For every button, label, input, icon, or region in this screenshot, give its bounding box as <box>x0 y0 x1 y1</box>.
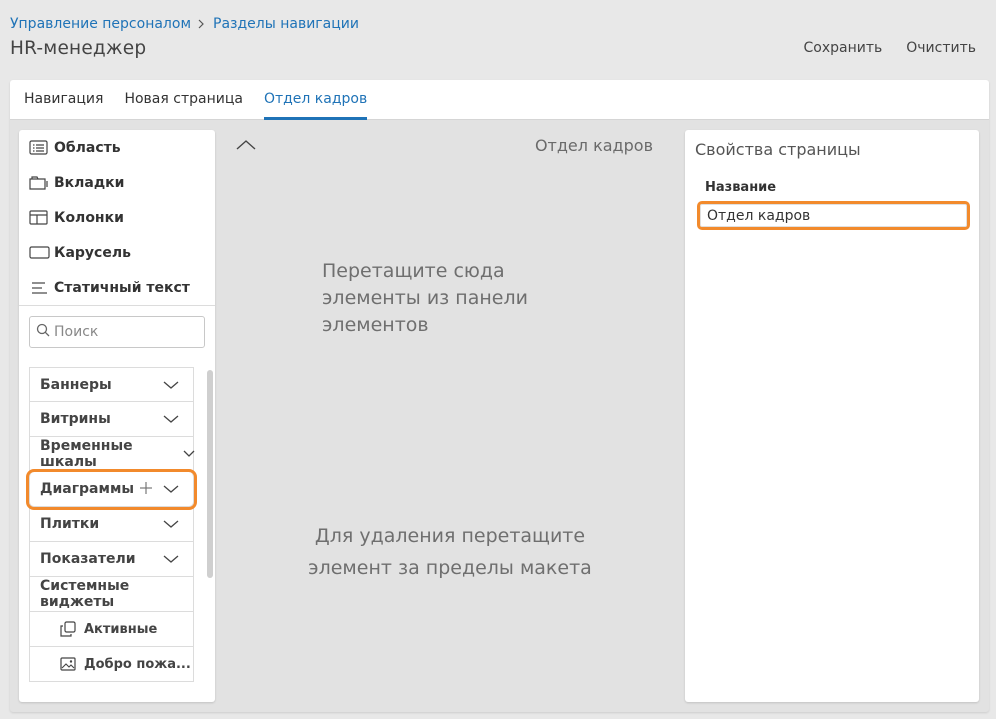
layout-item-columns[interactable]: Колонки <box>19 200 215 235</box>
elements-panel: Область Вкладки Колонки Карусель Статичн… <box>19 130 215 702</box>
group-label: Диаграммы <box>40 481 135 497</box>
image-icon <box>60 657 76 671</box>
tab-new-page[interactable]: Новая страница <box>124 80 242 120</box>
chevron-down-icon[interactable] <box>163 517 179 533</box>
layout-item-label: Статичный текст <box>54 279 190 296</box>
tab-hr-department[interactable]: Отдел кадров <box>263 80 368 120</box>
group-label: Показатели <box>40 551 136 567</box>
group-label: Системные виджеты <box>40 578 130 610</box>
layout-elements: Область Вкладки Колонки Карусель Статичн… <box>19 130 215 305</box>
layout-item-label: Вкладки <box>54 174 125 191</box>
text-lines-icon <box>29 278 51 298</box>
chevron-down-icon[interactable] <box>163 412 179 428</box>
widget-label: Активные <box>84 621 158 637</box>
group-charts[interactable]: Диаграммы <box>26 469 197 510</box>
name-field[interactable]: Отдел кадров <box>697 201 970 230</box>
layout-item-label: Карусель <box>54 244 131 261</box>
list-icon <box>29 138 51 158</box>
layout-item-static-text[interactable]: Статичный текст <box>19 270 215 305</box>
copy-icon <box>60 621 76 637</box>
save-button[interactable]: Сохранить <box>804 40 883 56</box>
columns-icon <box>29 208 51 228</box>
chevron-right-icon <box>197 19 205 29</box>
scrollbar[interactable] <box>207 370 213 578</box>
chevron-down-icon[interactable] <box>163 552 179 568</box>
group-showcases[interactable]: Витрины <box>29 402 194 437</box>
editor-card: Навигация Новая страница Отдел кадров Об… <box>10 80 989 712</box>
breadcrumb: Управление персоналом Разделы навигации <box>10 16 359 32</box>
group-timelines[interactable]: Временные шкалы <box>29 437 195 472</box>
delete-hint: Для удаления перетащите элемент за преде… <box>308 525 592 579</box>
search-placeholder: Поиск <box>54 324 99 340</box>
group-tiles[interactable]: Плитки <box>29 507 194 542</box>
layout-item-tabs[interactable]: Вкладки <box>19 165 215 200</box>
canvas-page-name: Отдел кадров <box>534 136 653 155</box>
group-label: Баннеры <box>40 376 112 393</box>
plus-icon[interactable] <box>139 481 153 499</box>
group-banners[interactable]: Баннеры <box>29 367 194 402</box>
element-groups: Баннеры Витрины Временные шкалы Диаграмм… <box>26 367 197 682</box>
page-title: HR-менеджер <box>10 38 147 59</box>
chevron-up-icon[interactable] <box>236 136 256 155</box>
chevron-down-icon[interactable] <box>163 378 179 394</box>
search-input[interactable]: Поиск <box>29 316 205 348</box>
divider <box>19 305 215 306</box>
breadcrumb-item-nav-sections[interactable]: Разделы навигации <box>213 16 359 32</box>
group-label: Временные шкалы <box>40 438 133 470</box>
search-icon <box>36 323 50 341</box>
group-system-widgets[interactable]: Системные виджеты <box>29 577 194 612</box>
clear-button[interactable]: Очистить <box>906 40 976 56</box>
name-label: Название <box>705 180 777 195</box>
chevron-down-icon[interactable] <box>183 447 195 463</box>
layout-canvas[interactable]: Отдел кадров Перетащите сюда элементы из… <box>225 130 665 702</box>
folder-tabs-icon <box>29 173 51 193</box>
properties-title: Свойства страницы <box>695 140 861 159</box>
layout-item-label: Область <box>54 139 121 156</box>
widget-welcome[interactable]: Добро пожа... <box>29 647 194 682</box>
drop-hint: Перетащите сюда элементы из панели элеме… <box>322 260 528 336</box>
layout-item-carousel[interactable]: Карусель <box>19 235 215 270</box>
layout-item-area[interactable]: Область <box>19 130 215 165</box>
layout-item-label: Колонки <box>54 209 124 226</box>
chevron-down-icon[interactable] <box>163 482 179 498</box>
tab-navigation[interactable]: Навигация <box>24 80 103 120</box>
carousel-icon <box>29 243 51 263</box>
widget-active[interactable]: Активные <box>29 612 194 647</box>
group-label: Витрины <box>40 411 111 427</box>
widget-label: Добро пожа... <box>84 656 191 672</box>
group-label: Плитки <box>40 516 100 532</box>
top-actions: Сохранить Очистить <box>804 40 977 56</box>
group-indicators[interactable]: Показатели <box>29 542 194 577</box>
tab-bar: Навигация Новая страница Отдел кадров <box>10 80 989 120</box>
properties-panel: Свойства страницы Название Отдел кадров <box>685 130 979 702</box>
breadcrumb-item-hr[interactable]: Управление персоналом <box>10 16 191 32</box>
